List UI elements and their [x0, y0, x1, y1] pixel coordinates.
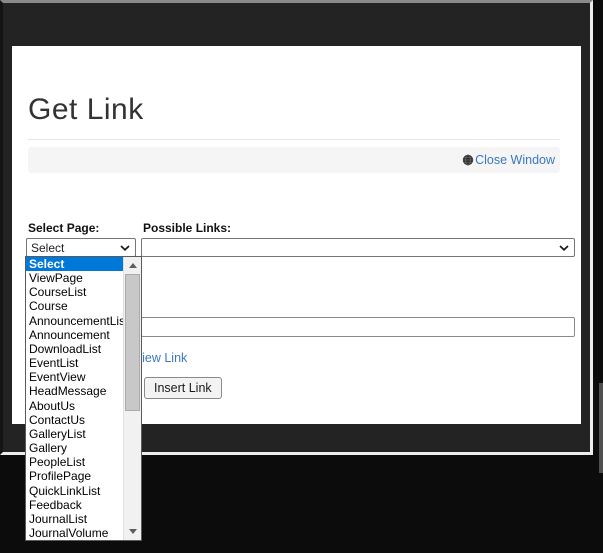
dropdown-option[interactable]: EventView: [26, 370, 123, 384]
dropdown-option[interactable]: JournalVolume: [26, 526, 123, 540]
dropdown-option[interactable]: ContactUs: [26, 413, 123, 427]
dropdown-option[interactable]: PeopleList: [26, 455, 123, 469]
scroll-down-button[interactable]: [124, 523, 141, 540]
link-url-input[interactable]: [141, 317, 575, 337]
dropdown-option[interactable]: Gallery: [26, 441, 123, 455]
triangle-down-icon: [129, 529, 137, 534]
select-page-dropdown[interactable]: Select: [26, 238, 136, 257]
toolbar: Close Window: [28, 147, 560, 173]
dropdown-option[interactable]: AnnouncementList: [26, 314, 123, 328]
possible-links-label: Possible Links:: [143, 221, 231, 235]
close-window-link[interactable]: Close Window: [462, 153, 555, 167]
dropdown-option[interactable]: ProfilePage: [26, 469, 123, 483]
page-title: Get Link: [28, 93, 144, 127]
page-background: Get Link Close Window Select Page: Possi…: [0, 0, 603, 553]
dropdown-option[interactable]: HeadMessage: [26, 384, 123, 398]
globe-icon: [462, 154, 474, 166]
insert-link-button[interactable]: Insert Link: [144, 377, 222, 399]
scroll-up-button[interactable]: [124, 257, 141, 274]
title-divider: [28, 139, 560, 140]
dropdown-option[interactable]: Select: [26, 257, 123, 271]
select-page-label: Select Page:: [28, 221, 99, 235]
dropdown-option[interactable]: JournalList: [26, 512, 123, 526]
dropdown-list: SelectViewPageCourseListCourseAnnounceme…: [26, 257, 123, 540]
dropdown-option[interactable]: AboutUs: [26, 399, 123, 413]
dropdown-option[interactable]: EventList: [26, 356, 123, 370]
possible-links-dropdown[interactable]: [141, 238, 575, 257]
close-window-label: Close Window: [475, 153, 555, 167]
dropdown-option[interactable]: Course: [26, 299, 123, 313]
scrollbar-thumb[interactable]: [125, 274, 140, 411]
triangle-up-icon: [129, 263, 137, 268]
select-page-value: Select: [27, 241, 120, 255]
background-scrollbar[interactable]: [599, 383, 603, 473]
dropdown-option[interactable]: CourseList: [26, 285, 123, 299]
dropdown-option[interactable]: DownloadList: [26, 342, 123, 356]
dropdown-option[interactable]: ViewPage: [26, 271, 123, 285]
dropdown-option[interactable]: QuickLinkList: [26, 484, 123, 498]
dropdown-option[interactable]: Announcement: [26, 328, 123, 342]
chevron-down-icon: [120, 245, 135, 251]
dropdown-scrollbar[interactable]: [123, 257, 141, 540]
select-page-open-list: SelectViewPageCourseListCourseAnnounceme…: [25, 256, 142, 541]
chevron-down-icon: [559, 245, 574, 251]
dropdown-option[interactable]: Feedback: [26, 498, 123, 512]
dropdown-option[interactable]: GalleryList: [26, 427, 123, 441]
